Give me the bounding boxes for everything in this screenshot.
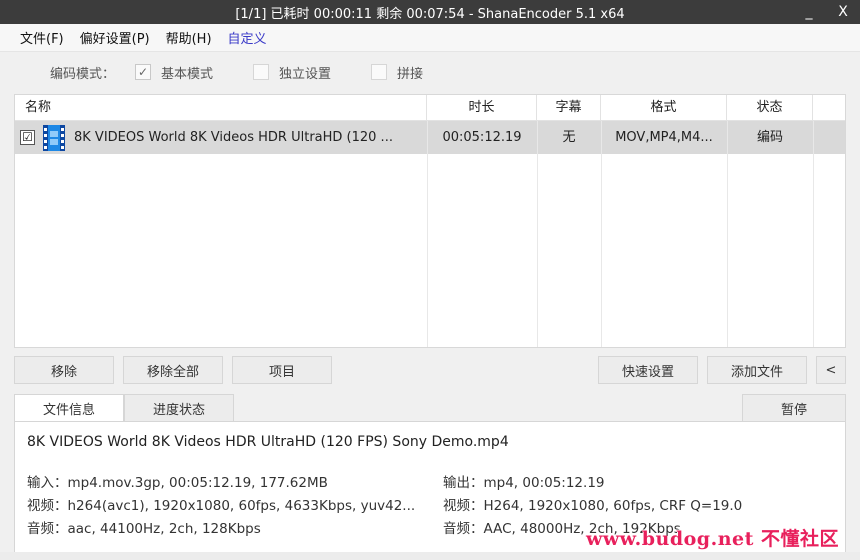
- independent-settings-option[interactable]: 独立设置: [253, 63, 331, 82]
- concat-option[interactable]: 拼接: [371, 63, 423, 82]
- column-subtitle[interactable]: 字幕: [537, 95, 601, 121]
- concat-label: 拼接: [397, 66, 424, 82]
- file-name-cell: ☑ 8K VIDEOS World 8K Videos HDR UltraHD …: [15, 121, 427, 154]
- file-status: 编码: [756, 130, 783, 145]
- input-info: 输入：mp4.mov.3gp, 00:05:12.19, 177.62MB: [27, 475, 328, 491]
- tab-file-info[interactable]: 文件信息: [14, 394, 124, 422]
- remove-all-button[interactable]: 移除全部: [123, 356, 223, 384]
- file-info-panel: 8K VIDEOS World 8K Videos HDR UltraHD (1…: [14, 421, 846, 560]
- video-file-icon: [43, 124, 65, 151]
- menu-file[interactable]: 文件(F): [12, 28, 72, 47]
- row-spacer: [813, 121, 845, 154]
- column-divider: [727, 121, 728, 347]
- concat-checkbox[interactable]: [371, 64, 388, 80]
- encoding-mode-label: 编码模式：: [50, 66, 116, 82]
- info-file-name: 8K VIDEOS World 8K Videos HDR UltraHD (1…: [27, 434, 509, 450]
- window-controls: _ X: [792, 0, 860, 24]
- row-checkbox[interactable]: ☑: [20, 130, 35, 145]
- item-button[interactable]: 项目: [232, 356, 332, 384]
- file-subtitle: 无: [562, 130, 576, 145]
- bottom-strip: [0, 552, 860, 560]
- tab-progress[interactable]: 进度状态: [124, 394, 234, 422]
- file-duration: 00:05:12.19: [442, 130, 522, 145]
- column-divider: [813, 121, 814, 347]
- menu-custom[interactable]: 自定义: [220, 28, 275, 47]
- collapse-button[interactable]: <: [816, 356, 846, 384]
- output-video-info: 视频：H264, 1920x1080, 60fps, CRF Q=19.0: [443, 498, 743, 514]
- independent-settings-checkbox[interactable]: [253, 64, 270, 80]
- column-name[interactable]: 名称: [15, 95, 427, 121]
- table-row[interactable]: ☑ 8K VIDEOS World 8K Videos HDR UltraHD …: [15, 121, 845, 154]
- basic-mode-checkbox[interactable]: ✓: [135, 64, 152, 80]
- basic-mode-option[interactable]: ✓ 基本模式: [135, 63, 213, 82]
- column-status[interactable]: 状态: [727, 95, 813, 121]
- add-file-button[interactable]: 添加文件: [707, 356, 807, 384]
- input-audio-info: 音频：aac, 44100Hz, 2ch, 128Kbps: [27, 521, 261, 537]
- independent-settings-label: 独立设置: [279, 66, 332, 82]
- column-format[interactable]: 格式: [601, 95, 727, 121]
- menu-bar: 文件(F) 偏好设置(P) 帮助(H) 自定义: [0, 24, 860, 52]
- column-divider: [427, 121, 428, 347]
- title-bar: [1/1] 已耗时 00:00:11 剩余 00:07:54 - ShanaEn…: [0, 0, 860, 24]
- file-list-header: 名称 时长 字幕 格式 状态: [15, 95, 845, 121]
- file-name: 8K VIDEOS World 8K Videos HDR UltraHD (1…: [74, 130, 393, 145]
- menu-help[interactable]: 帮助(H): [158, 28, 220, 47]
- output-info: 输出：mp4, 00:05:12.19: [443, 475, 605, 491]
- info-tabs: 文件信息 进度状态: [14, 394, 234, 422]
- file-format: MOV,MP4,M4...: [615, 130, 713, 145]
- column-spacer: [813, 95, 845, 121]
- encoding-mode-bar: 编码模式： ✓ 基本模式 独立设置 拼接: [0, 56, 860, 88]
- pause-button[interactable]: 暂停: [742, 394, 846, 422]
- file-list[interactable]: 名称 时长 字幕 格式 状态 ☑ 8K VIDEOS World 8K Vide…: [14, 94, 846, 348]
- quick-settings-button[interactable]: 快速设置: [598, 356, 698, 384]
- column-divider: [537, 121, 538, 347]
- remove-button[interactable]: 移除: [14, 356, 114, 384]
- menu-preferences[interactable]: 偏好设置(P): [72, 28, 158, 47]
- basic-mode-label: 基本模式: [161, 66, 214, 82]
- window-title: [1/1] 已耗时 00:00:11 剩余 00:07:54 - ShanaEn…: [235, 6, 625, 22]
- close-button[interactable]: X: [826, 0, 860, 24]
- column-duration[interactable]: 时长: [427, 95, 537, 121]
- column-divider: [601, 121, 602, 347]
- watermark: www.budog.net 不懂社区: [585, 528, 839, 550]
- minimize-button[interactable]: _: [792, 0, 826, 24]
- input-video-info: 视频：h264(avc1), 1920x1080, 60fps, 4633Kbp…: [27, 498, 416, 514]
